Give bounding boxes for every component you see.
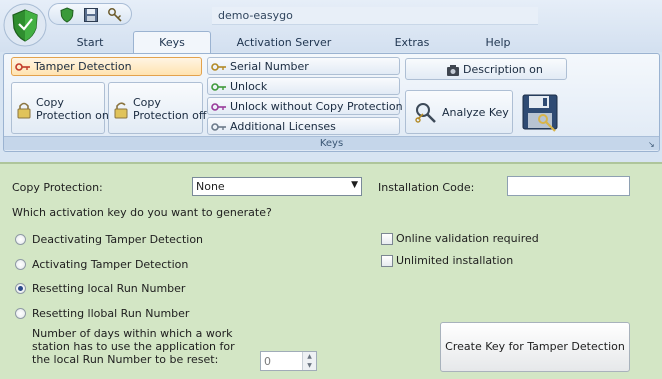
tab-extras[interactable]: Extras [382,33,442,53]
serial-number-button[interactable]: Serial Number [207,57,400,75]
floppy-key-icon [522,94,558,132]
radio-resetting-local-run[interactable] [15,283,26,294]
days-value: 0 [264,355,271,368]
lock-closed-icon [17,102,31,119]
stepper-up-icon[interactable]: ▲ [302,352,316,361]
ribbon-group-label: Keys [4,136,659,150]
camera-icon [447,65,459,76]
shield-icon[interactable] [59,7,75,23]
window-title: demo-easygo [218,9,293,22]
key-grey-icon [211,123,226,131]
copy-protection-off-label: Copy Protection off [133,96,207,122]
tab-activation-server[interactable]: Activation Server [222,33,346,53]
radio-deactivating-tamper-label: Deactivating Tamper Detection [32,233,204,246]
quick-access-toolbar [48,3,132,25]
tab-start[interactable]: Start [60,33,120,53]
key-tools-icon[interactable] [107,7,123,23]
unlock-button[interactable]: Unlock [207,77,400,95]
copy-protection-value: None [196,180,225,193]
tab-help[interactable]: Help [472,33,524,53]
copy-protection-off-button[interactable]: Copy Protection off [108,82,207,134]
days-description: Number of days within which a work stati… [32,327,235,366]
ribbon-panel: Tamper Detection Copy Protection on Copy… [3,53,660,152]
radio-resetting-global-run[interactable] [15,308,26,319]
analyze-key-label: Analyze Key [442,106,509,119]
analyze-key-button[interactable]: Analyze Key [405,90,513,134]
key-green-icon [211,83,226,91]
dropdown-arrow-icon[interactable]: ▼ [351,180,358,190]
online-validation-checkbox[interactable] [381,233,393,245]
additional-licenses-button[interactable]: Additional Licenses [207,117,400,135]
unlimited-installation-checkbox[interactable] [381,255,393,267]
copy-protection-on-button[interactable]: Copy Protection on [11,82,109,134]
radio-deactivating-tamper[interactable] [15,234,26,245]
copy-protection-label: Copy Protection: [12,181,103,194]
installation-code-input[interactable] [507,176,630,196]
create-key-button[interactable]: Create Key for Tamper Detection [440,322,630,372]
dialog-launcher-icon[interactable]: ↘ [648,141,656,149]
copy-protection-select[interactable]: None ▼ [192,177,362,196]
lock-open-icon [114,102,128,119]
unlock-without-copy-protection-label: Unlock without Copy Protection [230,100,403,113]
save-disk-icon[interactable] [83,7,99,23]
unlock-without-copy-protection-button[interactable]: Unlock without Copy Protection [207,97,403,115]
document-title-bar: demo-easygo [212,7,538,25]
radio-activating-tamper[interactable] [15,259,26,270]
key-red-icon [15,63,30,71]
stepper-down-icon[interactable]: ▼ [302,361,316,370]
serial-number-label: Serial Number [230,60,309,73]
days-stepper[interactable]: 0 ▲ ▼ [260,351,317,371]
key-purple-icon [211,103,226,111]
unlock-label: Unlock [230,80,268,93]
tamper-detection-button[interactable]: Tamper Detection [11,57,202,76]
radio-resetting-global-run-label: Resetting llobal Run Number [32,307,190,320]
app-shield-logo-icon[interactable] [2,2,48,48]
online-validation-label: Online validation required [396,232,539,245]
radio-activating-tamper-label: Activating Tamper Detection [32,258,189,271]
unlimited-installation-label: Unlimited installation [396,254,514,267]
tamper-detection-label: Tamper Detection [34,60,132,73]
description-on-label: Description on [463,63,543,76]
activation-key-question: Which activation key do you want to gene… [12,206,272,219]
magnifier-key-icon [415,103,436,123]
radio-resetting-local-run-label: Resetting local Run Number [32,282,186,295]
installation-code-label: Installation Code: [378,181,475,194]
description-on-button[interactable]: Description on [405,58,567,80]
tab-keys[interactable]: Keys [133,31,211,54]
copy-protection-on-label: Copy Protection on [36,96,109,122]
save-key-disk-button[interactable] [516,90,564,134]
key-gold-icon [211,63,226,71]
additional-licenses-label: Additional Licenses [230,120,336,133]
